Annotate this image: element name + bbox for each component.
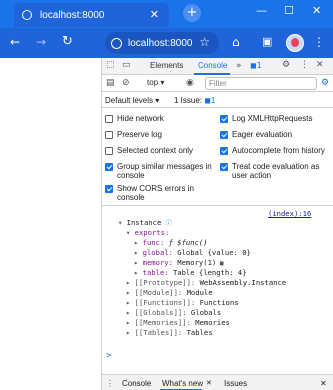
forward-icon[interactable]: → <box>36 35 46 49</box>
console-settings: Hide network Preserve log Selected conte… <box>102 108 333 206</box>
memories-row[interactable]: ▸ [[Memories]]: Memories <box>126 318 230 327</box>
drawer-tab-console[interactable]: Console <box>122 379 151 388</box>
source-link[interactable]: (index):16 <box>268 209 311 218</box>
globals-row[interactable]: ▸ [[Globals]]: Globals <box>126 308 221 317</box>
autocomplete-option[interactable]: Autocomplete from history <box>220 146 332 155</box>
gear-icon[interactable]: ⚙ <box>282 60 290 70</box>
drawer-menu-icon[interactable]: ⋮ <box>106 379 114 388</box>
inspect-icon[interactable]: ⬚ <box>106 60 115 70</box>
menu-icon[interactable]: ⋮ <box>313 35 325 49</box>
console-log: (index):16 ▾ Instance ⓘ ▾ exports: ▸ fun… <box>102 206 333 374</box>
tab-strip: localhost:8000 ✕ + — ☐ ✕ <box>0 0 333 28</box>
console-settings-gear-icon[interactable]: ⚙ <box>321 78 329 88</box>
tables-row[interactable]: ▸ [[Tables]]: Tables <box>126 328 213 337</box>
maximize-icon[interactable]: ☐ <box>284 4 294 17</box>
drawer-tab-whats-new[interactable]: What's new <box>162 379 203 388</box>
checkbox[interactable] <box>105 147 113 155</box>
eye-icon[interactable]: ◉ <box>186 78 194 88</box>
exports-row[interactable]: ▾ exports: <box>126 228 169 237</box>
issues-link[interactable]: 1 Issue: ◼1 <box>174 96 215 105</box>
checkbox[interactable] <box>105 163 113 171</box>
tab-elements[interactable]: Elements <box>150 61 183 70</box>
bookmark-star-icon[interactable]: ☆ <box>199 35 210 49</box>
close-devtools-icon[interactable]: ✕ <box>316 60 324 70</box>
levels-dropdown[interactable]: Default levels ▾ <box>105 96 159 105</box>
table-row[interactable]: ▸ table: Table {length: 4} <box>134 268 247 277</box>
close-drawer-icon[interactable]: ✕ <box>320 379 327 388</box>
url-text[interactable]: localhost:8000 <box>128 38 193 49</box>
close-whats-new-icon[interactable]: ✕ <box>206 379 212 387</box>
show-cors-option[interactable]: Show CORS errors in console <box>105 184 215 202</box>
clear-console-icon[interactable]: ⊘ <box>122 78 130 88</box>
kebab-menu-icon[interactable]: ⋮ <box>300 60 309 70</box>
prototype-row[interactable]: ▸ [[Prototype]]: WebAssembly.Instance <box>126 278 286 287</box>
reload-icon[interactable]: ↻ <box>62 34 73 49</box>
functions-row[interactable]: ▸ [[Functions]]: Functions <box>126 298 239 307</box>
address-bar[interactable]: localhost:8000 ☆ <box>105 32 219 54</box>
checkbox[interactable] <box>220 115 228 123</box>
close-tab-icon[interactable]: ✕ <box>150 8 159 21</box>
window-close-icon[interactable]: ✕ <box>312 4 321 17</box>
devtools-tabbar: ⬚ ▭ Elements Console » ◼1 ⚙ ⋮ ✕ <box>102 58 333 75</box>
more-tabs-icon[interactable]: » <box>236 61 242 71</box>
selected-context-option[interactable]: Selected context only <box>105 146 215 155</box>
minimize-icon[interactable]: — <box>256 4 267 17</box>
checkbox[interactable] <box>105 185 113 193</box>
eager-eval-option[interactable]: Eager evaluation <box>220 130 332 139</box>
treat-eval-option[interactable]: Treat code evaluation as user action <box>220 162 332 180</box>
devtools-panel: ⬚ ▭ Elements Console » ◼1 ⚙ ⋮ ✕ ▤ ⊘ top … <box>102 58 333 390</box>
group-similar-option[interactable]: Group similar messages in console <box>105 162 215 180</box>
module-row[interactable]: ▸ [[Module]]: Module <box>126 288 213 297</box>
hide-network-option[interactable]: Hide network <box>105 114 215 123</box>
checkbox[interactable] <box>220 147 228 155</box>
split-view-icon[interactable]: ▣ <box>262 35 272 48</box>
drawer-tab-issues[interactable]: Issues <box>224 379 247 388</box>
back-icon[interactable]: ← <box>10 35 20 49</box>
extensions-icon[interactable]: ⌂ <box>232 35 240 49</box>
console-toolbar: ▤ ⊘ top ▾ ◉ Filter ⚙ <box>102 75 333 92</box>
tab-console[interactable]: Console <box>198 61 227 70</box>
filter-input[interactable]: Filter <box>205 77 317 90</box>
global-row[interactable]: ▸ global: Global {value: 0} <box>134 248 251 257</box>
tab-title: localhost:8000 <box>40 9 105 21</box>
profile-avatar[interactable] <box>286 34 304 52</box>
sidebar-toggle-icon[interactable]: ▤ <box>106 78 115 88</box>
checkbox[interactable] <box>220 163 228 171</box>
levels-bar: Default levels ▾ 1 Issue: ◼1 <box>102 92 333 108</box>
console-prompt[interactable]: > <box>106 351 111 361</box>
checkbox[interactable] <box>105 131 113 139</box>
context-selector[interactable]: top ▾ <box>147 78 164 87</box>
site-info-icon[interactable] <box>111 37 122 49</box>
globe-icon <box>22 10 32 20</box>
preserve-log-option[interactable]: Preserve log <box>105 130 215 139</box>
browser-tab[interactable]: localhost:8000 ✕ <box>14 3 169 27</box>
memory-inspector-icon[interactable]: ▦ <box>216 260 224 267</box>
device-toolbar-icon[interactable]: ▭ <box>122 60 131 70</box>
checkbox[interactable] <box>105 115 113 123</box>
memory-row[interactable]: ▸ memory: Memory(1) ▦ <box>134 258 223 267</box>
new-tab-button[interactable]: + <box>183 4 201 22</box>
instance-row[interactable]: ▾ Instance ⓘ <box>118 218 172 227</box>
func-row[interactable]: ▸ func: ƒ $func() <box>134 238 208 247</box>
log-xhr-option[interactable]: Log XMLHttpRequests <box>220 114 332 123</box>
checkbox[interactable] <box>220 131 228 139</box>
bottom-drawer: ⋮ Console What's new ✕ Issues ✕ <box>102 374 333 390</box>
page-viewport <box>0 58 102 390</box>
browser-toolbar: ← → ↻ localhost:8000 ☆ ⌂ ▣ ⋮ <box>0 28 333 58</box>
issues-badge[interactable]: ◼1 <box>250 61 262 70</box>
